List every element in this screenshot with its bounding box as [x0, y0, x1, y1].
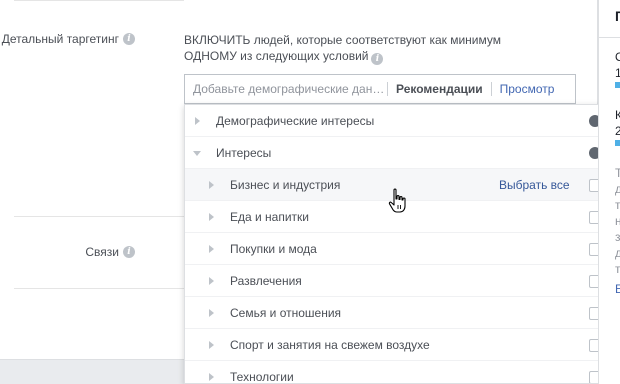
- chevron-down-icon: [193, 151, 201, 156]
- chevron-right-icon: [209, 181, 214, 189]
- subcategory-row[interactable]: Технологии: [185, 361, 613, 383]
- audience-bar: [615, 140, 620, 146]
- browse-button[interactable]: Просмотр: [492, 82, 563, 96]
- chevron-right-icon: [209, 341, 214, 349]
- subcategory-row[interactable]: Покупки и мода: [185, 233, 613, 265]
- hand-cursor-icon: [388, 188, 406, 213]
- section-divider: [14, 0, 184, 1]
- subcategory-row[interactable]: Спорт и занятия на свежем воздухе: [185, 329, 613, 361]
- recommendations-button[interactable]: Рекомендации: [388, 82, 491, 96]
- chevron-right-icon: [209, 245, 214, 253]
- targeting-search-box: Рекомендации Просмотр: [184, 74, 576, 104]
- info-icon[interactable]: i: [123, 246, 135, 258]
- category-row-interests[interactable]: Интересы: [185, 137, 613, 169]
- info-icon[interactable]: i: [371, 53, 384, 65]
- chevron-right-icon: [209, 213, 214, 221]
- targeting-description: ВКЛЮЧИТЬ людей, которые соответствуют ка…: [184, 33, 501, 65]
- detailed-targeting-label: Детальный таргетинг i: [2, 32, 135, 46]
- section-divider: [14, 288, 184, 289]
- category-row-demographics[interactable]: Демографические интересы: [185, 105, 613, 137]
- audience-summary-column: П О 1 К 2 Т д т н з д т Е: [598, 0, 620, 384]
- chevron-right-icon: [195, 117, 200, 125]
- subcategory-row[interactable]: Семья и отношения: [185, 297, 613, 329]
- audience-bar: [615, 82, 620, 88]
- info-icon[interactable]: i: [123, 33, 135, 45]
- subcategory-row[interactable]: Развлечения: [185, 265, 613, 297]
- connections-label: Связи i: [85, 245, 135, 259]
- browse-dropdown: Демографические интересы Интересы Бизнес…: [184, 104, 614, 384]
- targeting-search-input[interactable]: [185, 82, 387, 96]
- chevron-right-icon: [209, 277, 214, 285]
- chevron-right-icon: [209, 373, 214, 381]
- section-divider: [14, 216, 184, 217]
- select-all-link[interactable]: Выбрать все: [499, 178, 570, 192]
- chevron-right-icon: [209, 309, 214, 317]
